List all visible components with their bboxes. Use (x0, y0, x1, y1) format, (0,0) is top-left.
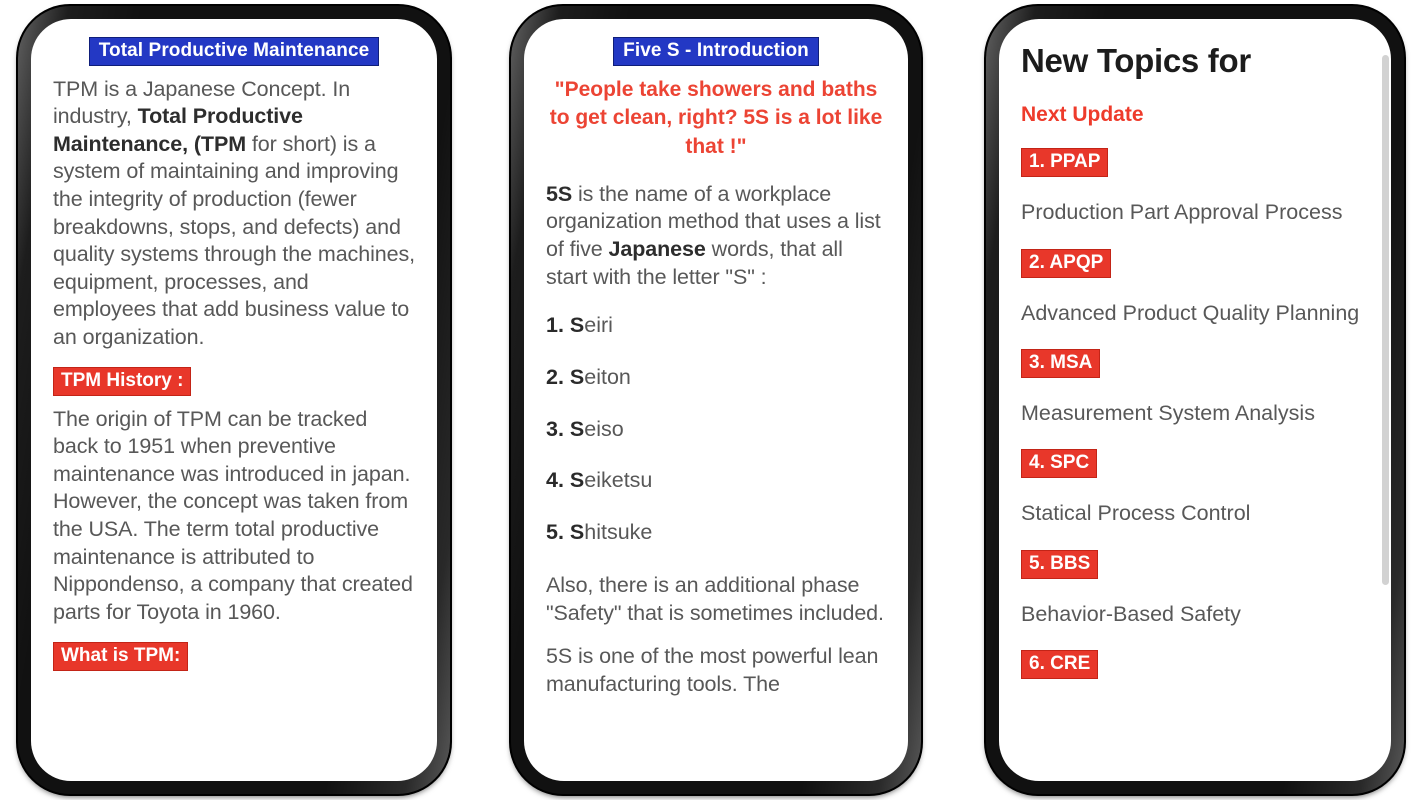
phone-screen-five-s: Five S - Introduction "People take showe… (524, 19, 908, 781)
list-item: 3. Seiso (546, 417, 886, 443)
topic-tag[interactable]: 6. CRE (1021, 650, 1099, 680)
next-update-label: Next Update (1021, 103, 1144, 127)
list-item-label: eiton (584, 364, 631, 389)
five-s-quote: "People take showers and baths to get cl… (549, 77, 883, 158)
list-item-number: 4. S (546, 468, 585, 493)
list-item-label: hitsuke (584, 520, 653, 545)
topic-description: Advanced Product Quality Planning (1021, 300, 1360, 325)
tpm-history-paragraph: The origin of TPM can be tracked back to… (53, 406, 413, 624)
page-title: New Topics for (1021, 42, 1251, 79)
phone-screen-tpm: Total Productive Maintenance TPM is a Ja… (31, 19, 437, 781)
tpm-history-tag-row: TPM History : (53, 367, 415, 396)
tpm-header-badge: Total Productive Maintenance (88, 37, 380, 66)
list-item-number: 2. S (546, 364, 585, 389)
phone-mockup-tpm: Total Productive Maintenance TPM is a Ja… (18, 6, 450, 794)
list-item: 1. Seiri (546, 313, 886, 339)
topic-description: Statical Process Control (1021, 501, 1251, 526)
list-item: 5. Shitsuke (546, 520, 886, 546)
topic-description: Behavior-Based Safety (1021, 601, 1241, 626)
new-topics-content[interactable]: New Topics for Next Update 1. PPAP Produ… (999, 19, 1391, 781)
list-item-number: 3. S (546, 416, 585, 441)
phone-screen-new-topics: New Topics for Next Update 1. PPAP Produ… (999, 19, 1391, 781)
tpm-intro-part2: for short) is a system of maintaining an… (53, 131, 415, 349)
five-s-header-row: Five S - Introduction (546, 37, 886, 66)
tpm-history-tag: TPM History : (53, 367, 192, 396)
tpm-whatis-tag-row: What is TPM: (53, 642, 415, 671)
five-s-intro-bold1: 5S (546, 181, 573, 206)
tpm-intro-paragraph: TPM is a Japanese Concept. In industry, … (53, 76, 415, 351)
list-item: 2. Seiton (546, 365, 886, 391)
topic-tag[interactable]: 2. APQP (1021, 248, 1112, 278)
list-item-number: 1. S (546, 313, 585, 338)
topic-description: Production Part Approval Process (1021, 200, 1343, 225)
topic-tag[interactable]: 1. PPAP (1021, 148, 1109, 178)
five-s-header-badge: Five S - Introduction (613, 37, 819, 66)
topic-row: 5. BBS (1021, 549, 1369, 601)
topic-tag[interactable]: 3. MSA (1021, 349, 1101, 378)
topic-row: 1. PPAP (1021, 148, 1369, 199)
topic-description: Measurement System Analysis (1021, 400, 1315, 425)
topic-row: 6. CRE (1021, 650, 1369, 701)
five-s-content[interactable]: Five S - Introduction "People take showe… (524, 19, 908, 781)
list-item-label: eiketsu (584, 468, 653, 493)
list-item: 4. Seiketsu (546, 468, 886, 494)
scrollbar-thumb[interactable] (1382, 55, 1389, 585)
list-item-label: eiso (584, 416, 624, 441)
tpm-whatis-tag: What is TPM: (53, 642, 189, 671)
list-item-number: 5. S (546, 520, 585, 545)
topic-tag[interactable]: 4. SPC (1021, 449, 1098, 479)
tpm-header-row: Total Productive Maintenance (53, 37, 415, 66)
five-s-intro-paragraph: 5S is the name of a workplace organizati… (546, 181, 886, 291)
vertical-scrollbar[interactable] (1382, 55, 1389, 745)
phone-mockup-five-s: Five S - Introduction "People take showe… (511, 6, 921, 794)
five-s-safety-paragraph: Also, there is an additional phase "Safe… (546, 573, 884, 625)
five-s-tools-paragraph: 5S is one of the most powerful lean manu… (546, 644, 879, 696)
five-s-intro-bold2: Japanese (608, 237, 706, 261)
phone-mockup-new-topics: New Topics for Next Update 1. PPAP Produ… (986, 6, 1404, 794)
topic-row: 2. APQP (1021, 248, 1369, 300)
topic-tag[interactable]: 5. BBS (1021, 549, 1099, 579)
list-item-label: eiri (584, 313, 613, 338)
tpm-content[interactable]: Total Productive Maintenance TPM is a Ja… (31, 19, 437, 781)
screenshot-stage: Total Productive Maintenance TPM is a Ja… (0, 0, 1422, 800)
topic-row: 3. MSA (1021, 349, 1369, 400)
topic-row: 4. SPC (1021, 449, 1369, 500)
